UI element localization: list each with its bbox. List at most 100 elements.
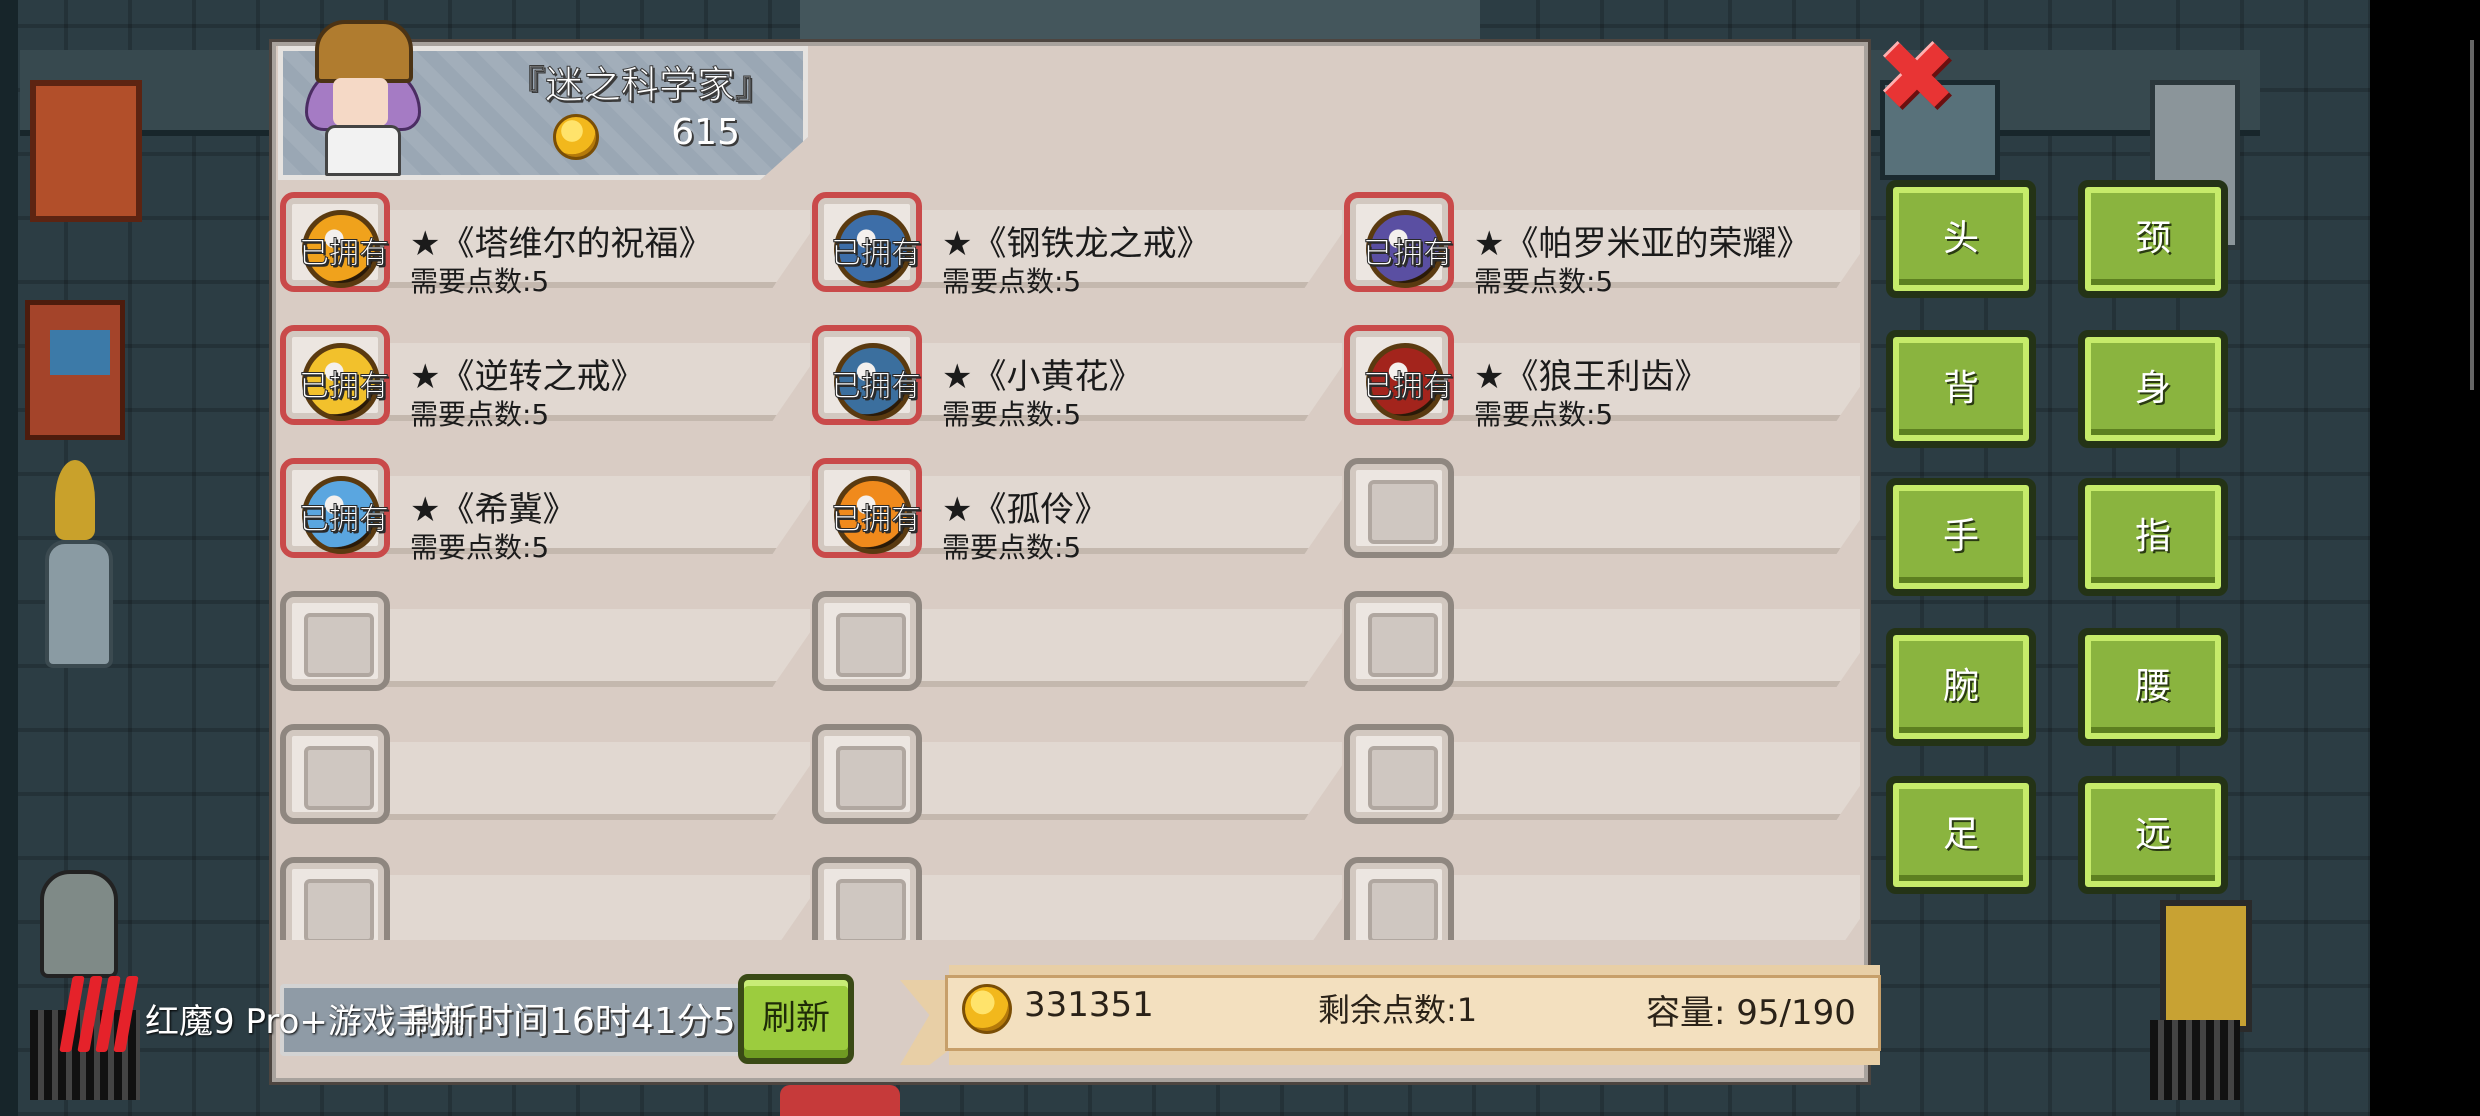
item-icon-frame: 已拥有 bbox=[812, 458, 922, 558]
category-button[interactable]: 手 bbox=[1886, 478, 2036, 596]
shop-item-slot[interactable]: 已拥有 ★《逆转之戒》 需要点数:5 bbox=[280, 313, 810, 431]
empty-slot-icon bbox=[1344, 724, 1454, 824]
item-slot-bar bbox=[1404, 609, 1860, 687]
owned-badge: 已拥有 bbox=[831, 236, 922, 272]
empty-slot-icon bbox=[812, 591, 922, 691]
owned-badge: 已拥有 bbox=[299, 236, 390, 272]
empty-slot-inner bbox=[836, 613, 906, 677]
background-machine bbox=[800, 0, 1480, 45]
merchant-face bbox=[333, 78, 388, 126]
item-slot-bar bbox=[1404, 875, 1860, 940]
empty-slot-inner bbox=[304, 613, 374, 677]
empty-slot-inner bbox=[1368, 613, 1438, 677]
category-button[interactable]: 足 bbox=[1886, 776, 2036, 894]
item-icon-frame: 已拥有 bbox=[812, 192, 922, 292]
empty-item-slot[interactable] bbox=[1344, 579, 1860, 694]
merchant-gold: 615 bbox=[671, 112, 740, 153]
item-name: ★《希冀》 bbox=[410, 490, 577, 530]
empty-slot-inner bbox=[1368, 480, 1438, 544]
empty-item-slot[interactable] bbox=[1344, 712, 1860, 827]
empty-slot-inner bbox=[1368, 746, 1438, 810]
item-cost: 需要点数:5 bbox=[1474, 398, 1614, 431]
category-button[interactable]: 腰 bbox=[2078, 628, 2228, 746]
empty-slot-icon bbox=[280, 591, 390, 691]
item-slot-bar bbox=[1404, 476, 1860, 554]
category-button[interactable]: 背 bbox=[1886, 330, 2036, 448]
empty-slot-icon bbox=[1344, 591, 1454, 691]
owned-badge: 已拥有 bbox=[299, 502, 390, 538]
screen-scroll-indicator bbox=[2470, 40, 2474, 390]
empty-slot-inner bbox=[304, 746, 374, 810]
empty-item-slot[interactable] bbox=[280, 579, 810, 694]
item-slot-bar bbox=[340, 875, 810, 940]
owned-badge: 已拥有 bbox=[299, 369, 390, 405]
empty-item-slot[interactable] bbox=[280, 712, 810, 827]
shop-item-slot[interactable]: 已拥有 ★《孤伶》 需要点数:5 bbox=[812, 446, 1342, 564]
item-slot-bar bbox=[340, 609, 810, 687]
owned-badge: 已拥有 bbox=[831, 369, 922, 405]
item-name: ★《帕罗米亚的荣耀》 bbox=[1474, 224, 1811, 264]
close-icon[interactable]: ✖ bbox=[1876, 29, 1958, 125]
category-button[interactable]: 指 bbox=[2078, 478, 2228, 596]
empty-item-slot[interactable] bbox=[280, 845, 810, 940]
category-button[interactable]: 颈 bbox=[2078, 180, 2228, 298]
background-vase bbox=[45, 540, 113, 668]
owned-badge: 已拥有 bbox=[1363, 369, 1454, 405]
empty-slot-icon bbox=[1344, 458, 1454, 558]
item-name: ★《钢铁龙之戒》 bbox=[942, 224, 1211, 264]
item-cost: 需要点数:5 bbox=[410, 265, 550, 298]
item-slot-bar bbox=[872, 875, 1342, 940]
item-icon-frame: 已拥有 bbox=[280, 192, 390, 292]
empty-item-slot[interactable] bbox=[1344, 845, 1860, 940]
empty-item-slot[interactable] bbox=[1344, 446, 1860, 561]
empty-item-slot[interactable] bbox=[812, 712, 1342, 827]
category-button[interactable]: 头 bbox=[1886, 180, 2036, 298]
empty-item-slot[interactable] bbox=[812, 579, 1342, 694]
phone-brand-logo-icon bbox=[59, 972, 139, 1056]
item-cost: 需要点数:5 bbox=[410, 398, 550, 431]
gold-coin-icon bbox=[553, 114, 599, 160]
item-slot-bar bbox=[872, 742, 1342, 820]
owned-badge: 已拥有 bbox=[1363, 236, 1454, 272]
shop-item-slot[interactable]: 已拥有 ★《狼王利齿》 需要点数:5 bbox=[1344, 313, 1860, 431]
empty-slot-inner bbox=[836, 746, 906, 810]
shop-item-slot[interactable]: 已拥有 ★《塔维尔的祝福》 需要点数:5 bbox=[280, 180, 810, 298]
gold-coin-icon bbox=[962, 984, 1012, 1034]
inventory-capacity: 容量: 95/190 bbox=[1646, 993, 1856, 1033]
empty-slot-inner bbox=[304, 879, 374, 940]
item-name: ★《塔维尔的祝福》 bbox=[410, 224, 713, 264]
item-cost: 需要点数:5 bbox=[410, 531, 550, 564]
shop-item-slot[interactable]: 已拥有 ★《希冀》 需要点数:5 bbox=[280, 446, 810, 564]
empty-slot-icon bbox=[1344, 857, 1454, 940]
background-edge bbox=[0, 0, 18, 1116]
shop-item-slot[interactable]: 已拥有 ★《帕罗米亚的荣耀》 需要点数:5 bbox=[1344, 180, 1860, 298]
refresh-button[interactable]: 刷新 bbox=[738, 974, 854, 1064]
item-icon-frame: 已拥有 bbox=[280, 458, 390, 558]
merchant-name: 『迷之科学家』 bbox=[506, 63, 773, 108]
item-icon-frame: 已拥有 bbox=[1344, 192, 1454, 292]
merchant-body bbox=[325, 125, 401, 176]
item-slot-bar bbox=[1404, 742, 1860, 820]
item-icon-frame: 已拥有 bbox=[1344, 325, 1454, 425]
item-cost: 需要点数:5 bbox=[1474, 265, 1614, 298]
owned-badge: 已拥有 bbox=[831, 502, 922, 538]
merchant-hat bbox=[315, 20, 413, 83]
item-icon-frame: 已拥有 bbox=[812, 325, 922, 425]
category-button[interactable]: 身 bbox=[2078, 330, 2228, 448]
item-cost: 需要点数:5 bbox=[942, 531, 1082, 564]
item-name: ★《逆转之戒》 bbox=[410, 357, 645, 397]
shop-item-slot[interactable]: 已拥有 ★《小黄花》 需要点数:5 bbox=[812, 313, 1342, 431]
category-button[interactable]: 腕 bbox=[1886, 628, 2036, 746]
item-slot-bar bbox=[340, 742, 810, 820]
background-object bbox=[780, 1085, 900, 1116]
empty-item-slot[interactable] bbox=[812, 845, 1342, 940]
shop-item-slot[interactable]: 已拥有 ★《钢铁龙之戒》 需要点数:5 bbox=[812, 180, 1342, 298]
merchant-avatar bbox=[295, 10, 425, 176]
empty-slot-inner bbox=[1368, 879, 1438, 940]
empty-slot-icon bbox=[812, 724, 922, 824]
system-overlay-text: 红魔9 Pro+游戏手机 bbox=[145, 1002, 464, 1042]
item-icon-frame: 已拥有 bbox=[280, 325, 390, 425]
item-name: ★《小黄花》 bbox=[942, 357, 1143, 397]
category-button[interactable]: 远 bbox=[2078, 776, 2228, 894]
remaining-points: 剩余点数:1 bbox=[1318, 991, 1478, 1029]
